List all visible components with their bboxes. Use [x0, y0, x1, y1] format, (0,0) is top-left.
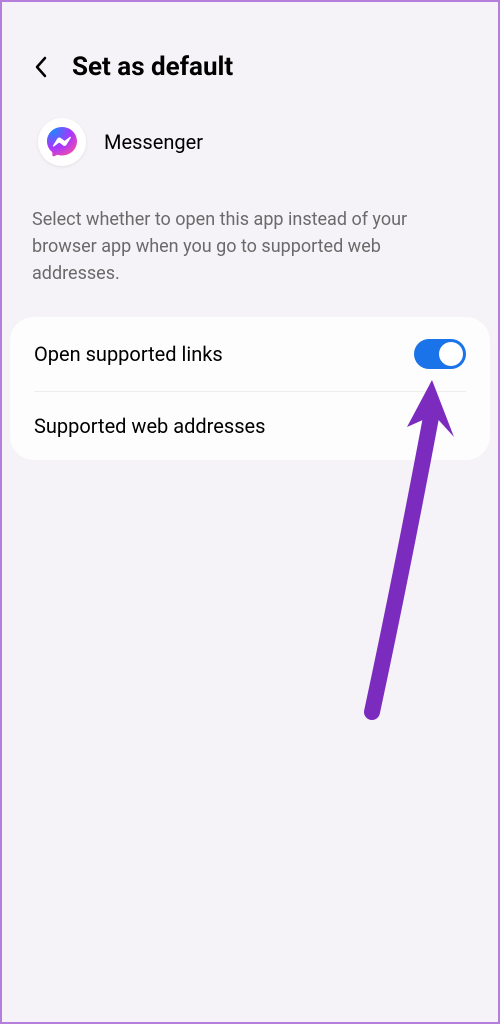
settings-card: Open supported links Supported web addre…: [10, 317, 490, 460]
app-name: Messenger: [104, 130, 203, 154]
back-icon[interactable]: [26, 52, 56, 82]
toggle-knob: [439, 342, 463, 366]
description-text: Select whether to open this app instead …: [2, 186, 498, 317]
chevron-left-icon: [33, 55, 49, 79]
header: Set as default: [2, 2, 498, 102]
app-section: Messenger: [2, 102, 498, 186]
page-title: Set as default: [72, 52, 233, 82]
open-supported-links-toggle[interactable]: [414, 339, 466, 369]
messenger-app-icon: [38, 118, 86, 166]
supported-web-addresses-row[interactable]: Supported web addresses: [10, 392, 490, 460]
supported-web-addresses-label: Supported web addresses: [34, 414, 265, 438]
open-supported-links-label: Open supported links: [34, 342, 223, 366]
open-supported-links-row[interactable]: Open supported links: [10, 317, 490, 391]
